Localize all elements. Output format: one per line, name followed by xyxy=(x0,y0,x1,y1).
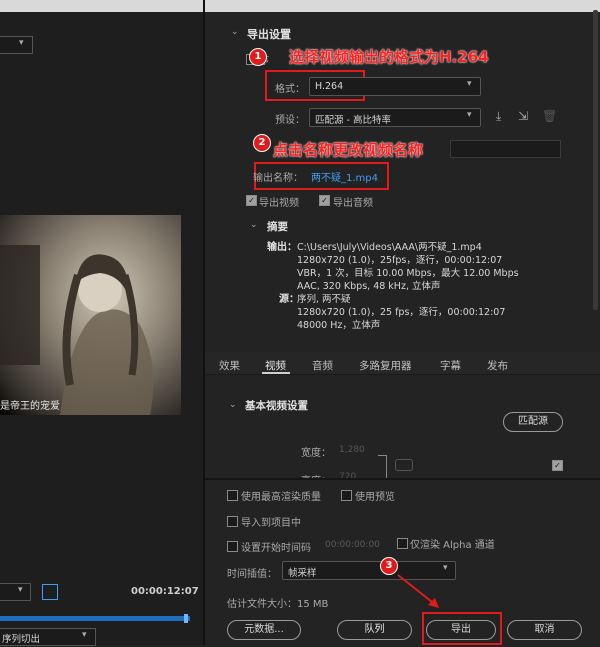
save-preset-icon[interactable]: ⤓ xyxy=(496,109,501,124)
link-icon[interactable] xyxy=(395,459,413,471)
zoom-dropdown[interactable]: ▾ xyxy=(0,583,31,601)
summary-output-line-3: VBR，1 次，目标 10.00 Mbps，最大 12.00 Mbps xyxy=(297,268,519,279)
summary-output-line-2: 1280x720 (1.0)，25fps，逐行，00:00:12:07 xyxy=(297,255,503,266)
start-timecode-value[interactable]: 00:00:00:00 xyxy=(325,540,380,550)
summary-output-line-1: C:\Users\July\Videos\AAA\两不疑_1.mp4 xyxy=(297,242,482,253)
cancel-button[interactable]: 取消 xyxy=(507,620,582,640)
fit-frame-icon[interactable] xyxy=(42,584,58,600)
summary-source-line-1: 序列, 两不疑 xyxy=(297,294,351,305)
annotation-text-2: 点击名称更改视频名称 xyxy=(273,141,424,159)
annotation-badge-2: 2 xyxy=(253,134,271,152)
annotation-badge-1: 1 xyxy=(249,48,267,66)
tab-publish[interactable]: 发布 xyxy=(487,358,508,373)
render-alpha-only-checkbox[interactable] xyxy=(397,538,408,549)
timeline-scrubber[interactable] xyxy=(0,616,190,621)
tab-multiplexer[interactable]: 多路复用器 xyxy=(359,358,412,373)
set-start-timecode-checkbox[interactable] xyxy=(227,541,238,552)
metadata-button[interactable]: 元数据... xyxy=(227,620,301,640)
max-render-quality-label: 使用最高渲染质量 xyxy=(241,492,321,503)
chevron-down-icon: ▾ xyxy=(19,38,24,48)
collapse-chevron-icon[interactable]: ⌄ xyxy=(250,220,258,230)
output-name-link[interactable]: 两不疑_1.mp4 xyxy=(311,169,378,184)
source-range-value: 序列切出 xyxy=(2,634,41,645)
comments-field[interactable] xyxy=(450,140,561,158)
preset-label: 预设： xyxy=(275,115,305,126)
format-value: H.264 xyxy=(315,81,344,92)
export-audio-checkbox[interactable]: ✓ xyxy=(319,195,330,206)
time-interpolation-label: 时间插值： xyxy=(227,569,277,580)
time-interpolation-value: 帧采样 xyxy=(288,568,317,579)
anime-character-illustration xyxy=(0,245,154,415)
export-video-checkbox[interactable]: ✓ xyxy=(246,195,257,206)
playhead[interactable] xyxy=(184,614,188,623)
collapse-chevron-icon[interactable]: ⌄ xyxy=(229,400,237,410)
basic-video-settings-header: 基本视频设置 xyxy=(245,400,308,412)
summary-header: 摘要 xyxy=(267,221,288,233)
aspect-bracket xyxy=(378,455,387,478)
match-source-button[interactable]: 匹配源 xyxy=(503,412,563,432)
import-into-project-label: 导入到项目中 xyxy=(241,518,301,529)
use-preview-checkbox[interactable] xyxy=(341,490,352,501)
export-button[interactable]: 导出 xyxy=(426,620,496,640)
width-value[interactable]: 1,280 xyxy=(339,445,365,455)
delete-preset-icon[interactable]: 🗑 xyxy=(542,109,557,123)
preview-panel: ▾ 是帝王的宠爱 ▾ 00:00:12:07 序列切出 ▾ xyxy=(0,0,203,646)
import-preset-icon[interactable]: ⇲ xyxy=(518,109,528,123)
summary-source-line-2: 1280x720 (1.0)，25 fps，逐行，00:00:12:07 xyxy=(297,307,506,318)
summary-output-label: 输出： xyxy=(267,242,297,253)
render-alpha-only-label: 仅渲染 Alpha 通道 xyxy=(410,540,495,551)
summary-source-line-3: 48000 Hz，立体声 xyxy=(297,320,381,331)
use-preview-label: 使用预览 xyxy=(355,492,395,503)
estimated-file-size: 估计文件大小：15 MB xyxy=(227,599,329,610)
import-into-project-checkbox[interactable] xyxy=(227,516,238,527)
preset-dropdown[interactable]: 匹配源 - 高比特率 ▾ xyxy=(309,108,481,127)
chevron-down-icon: ▾ xyxy=(467,79,472,89)
set-start-timecode-label: 设置开始时间码 xyxy=(241,543,311,554)
tab-captions[interactable]: 字幕 xyxy=(440,358,461,373)
tab-video[interactable]: 视频 xyxy=(265,358,286,373)
output-name-label: 输出名称： xyxy=(253,173,303,184)
summary-output-line-4: AAC, 320 Kbps, 48 kHz, 立体声 xyxy=(297,281,441,292)
format-label: 格式： xyxy=(275,84,305,95)
source-range-dropdown[interactable]: 序列切出 ▾ xyxy=(0,628,96,646)
title-bar-strip xyxy=(0,0,203,12)
queue-button[interactable]: 队列 xyxy=(337,620,412,640)
max-render-quality-checkbox[interactable] xyxy=(227,490,238,501)
source-dropdown[interactable]: ▾ xyxy=(0,36,33,54)
export-audio-label: 导出音频 xyxy=(333,198,373,209)
active-tab-indicator xyxy=(262,372,290,374)
video-preview-frame: 是帝王的宠爱 xyxy=(0,215,181,415)
width-override-checkbox[interactable]: ✓ xyxy=(552,460,563,471)
tab-audio[interactable]: 音频 xyxy=(312,358,333,373)
annotation-arrow-icon xyxy=(397,574,439,608)
chevron-down-icon: ▾ xyxy=(467,110,472,120)
annotation-text-1: 选择视频输出的格式为H.264 xyxy=(289,48,489,66)
subtitle-text: 是帝王的宠爱 xyxy=(0,401,60,412)
tab-effects[interactable]: 效果 xyxy=(219,358,240,373)
chevron-down-icon: ▾ xyxy=(18,585,23,595)
summary-source-label: 源： xyxy=(279,294,299,305)
collapse-chevron-icon[interactable]: ⌄ xyxy=(231,27,239,37)
width-label: 宽度： xyxy=(301,448,331,459)
format-dropdown[interactable]: H.264 ▾ xyxy=(309,77,481,96)
title-bar-strip-right xyxy=(205,0,600,12)
preset-value: 匹配源 - 高比特率 xyxy=(315,115,391,126)
export-video-label: 导出视频 xyxy=(259,198,299,209)
chevron-down-icon: ▾ xyxy=(82,630,87,640)
export-settings-header: 导出设置 xyxy=(247,28,291,41)
scrollbar[interactable] xyxy=(593,10,598,310)
timecode: 00:00:12:07 xyxy=(131,586,199,597)
